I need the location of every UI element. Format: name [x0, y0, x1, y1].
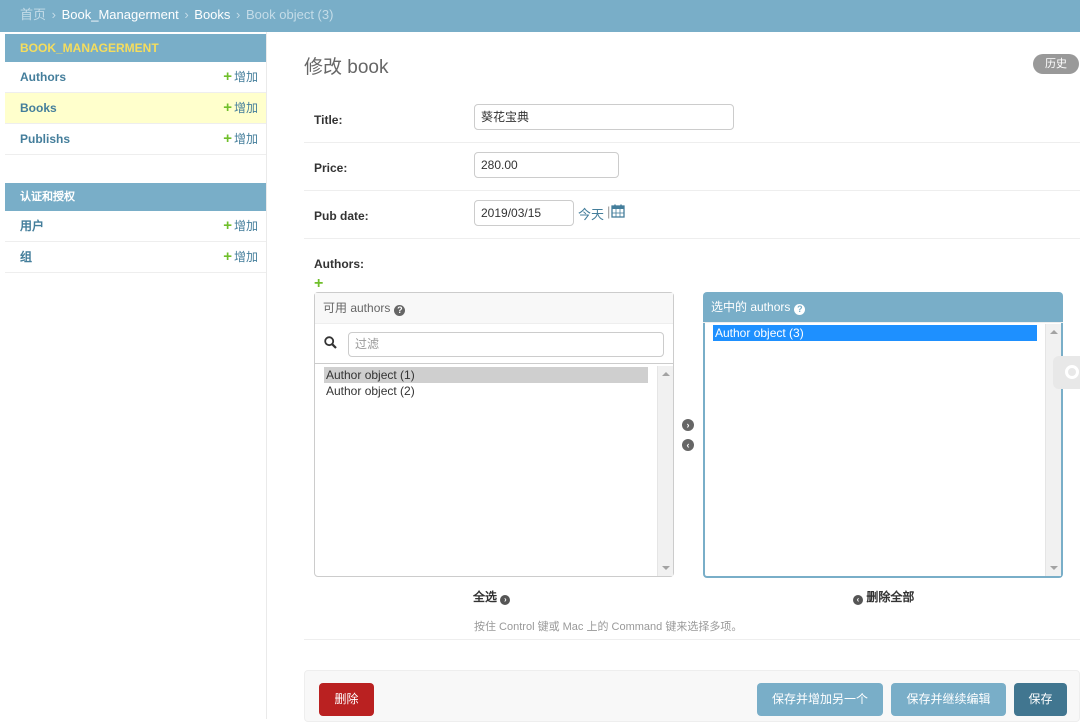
price-input[interactable]: 280.00	[474, 152, 619, 178]
nav-sidebar: BOOK_MANAGERMENT Authors + 增加 Books + 增加 P…	[0, 32, 267, 719]
pub-date-label: Pub date:	[314, 209, 369, 223]
selector-available-title: 可用 authors?	[315, 293, 673, 324]
choose-all-link[interactable]: 全选 ›	[473, 588, 511, 605]
add-link-label: 增加	[233, 70, 258, 84]
submit-row: 删除 保存并增加另一个 保存并继续编辑 保存	[304, 670, 1080, 722]
save-and-add-another-button[interactable]: 保存并增加另一个	[757, 683, 883, 716]
form-row-price: Price: 280.00	[304, 143, 1080, 191]
add-books-link[interactable]: + 增加	[223, 93, 258, 123]
add-authors-link[interactable]: + 增加	[223, 62, 258, 92]
breadcrumb-model-link[interactable]: Books	[194, 7, 230, 22]
question-circle-icon[interactable]: ?	[394, 305, 406, 316]
scroll-down-icon[interactable]	[662, 566, 670, 570]
list-item[interactable]: Author object (2)	[324, 383, 648, 399]
breadcrumb: 首页 › Book_Managerment › Books › Book obj…	[0, 0, 1080, 32]
form-row-title: Title: 葵花宝典	[304, 95, 1080, 143]
list-item[interactable]: Author object (1)	[324, 367, 648, 383]
plus-icon: +	[223, 130, 232, 147]
breadcrumb-home-link[interactable]: 首页	[20, 7, 46, 22]
form-row-pub-date: Pub date: 2019/03/15 今天 |	[304, 191, 1080, 239]
arrow-right-circle-icon: ›	[500, 595, 511, 605]
breadcrumb-separator: ›	[236, 7, 241, 22]
pub-date-input[interactable]: 2019/03/15	[474, 200, 574, 226]
selector-chosen: 选中的 authors? Author object (3)	[703, 292, 1063, 578]
sidebar-row-books: Books + 增加	[5, 93, 266, 124]
selector-available: 可用 authors? 过滤 Author object (1) Author …	[314, 292, 674, 577]
sidebar-row-users: 用户 + 增加	[5, 211, 266, 242]
search-icon	[324, 336, 337, 349]
module-caption-auth[interactable]: 认证和授权	[5, 183, 266, 211]
date-separator: |	[607, 204, 611, 219]
sidebar-row-authors: Authors + 增加	[5, 62, 266, 93]
scroll-up-icon[interactable]	[662, 372, 670, 376]
module-caption-app[interactable]: BOOK_MANAGERMENT	[5, 34, 266, 62]
scrollbar-available[interactable]	[657, 366, 673, 576]
authors-label: Authors:	[314, 257, 364, 271]
scroll-down-icon[interactable]	[1050, 566, 1058, 570]
selector-available-title-text: 可用 authors	[323, 301, 391, 315]
save-and-continue-button[interactable]: 保存并继续编辑	[891, 683, 1006, 716]
calendar-icon[interactable]	[611, 204, 625, 218]
add-link-label: 增加	[233, 132, 258, 146]
save-button[interactable]: 保存	[1014, 683, 1067, 716]
selector-chosen-title: 选中的 authors?	[703, 292, 1063, 323]
sidebar-item-groups[interactable]: 组	[20, 250, 32, 264]
list-item[interactable]: Author object (3)	[713, 325, 1037, 341]
sidebar-item-authors[interactable]: Authors	[20, 70, 66, 84]
clear-all-link[interactable]: ‹ 删除全部	[853, 588, 914, 605]
sidebar-item-publishs[interactable]: Publishs	[20, 132, 70, 146]
circle-icon	[1065, 365, 1079, 379]
sidebar-row-groups: 组 + 增加	[5, 242, 266, 273]
delete-button[interactable]: 删除	[319, 683, 374, 716]
breadcrumb-separator: ›	[184, 7, 189, 22]
clear-all-label: 删除全部	[866, 590, 915, 604]
arrow-left-circle-icon[interactable]: ‹	[682, 439, 694, 451]
plus-icon: +	[223, 68, 232, 85]
sidebar-item-books[interactable]: Books	[20, 101, 57, 115]
sidebar-item-users[interactable]: 用户	[20, 219, 44, 233]
scroll-up-icon[interactable]	[1050, 330, 1058, 334]
help-text: 按住 Control 键或 Mac 上的 Command 键来选择多项。	[474, 621, 743, 633]
page-title-verb: 修改	[304, 57, 343, 78]
module-auth: 认证和授权 用户 + 增加 组 + 增加	[5, 183, 266, 273]
choose-all-label: 全选	[473, 590, 498, 604]
add-link-label: 增加	[233, 101, 258, 115]
chosen-options-list[interactable]: Author object (3)	[713, 325, 1037, 573]
floating-side-tab[interactable]	[1053, 356, 1080, 389]
available-options-list[interactable]: Author object (1) Author object (2)	[324, 367, 648, 575]
plus-icon: +	[223, 99, 232, 116]
filter-row: 过滤	[315, 324, 673, 364]
module-book-managerment: BOOK_MANAGERMENT Authors + 增加 Books + 增加 P…	[5, 34, 266, 155]
filter-input[interactable]: 过滤	[348, 332, 664, 357]
add-link-label: 增加	[233, 250, 258, 264]
add-users-link[interactable]: + 增加	[223, 211, 258, 241]
title-input[interactable]: 葵花宝典	[474, 104, 734, 130]
page-title: 修改 book	[304, 52, 389, 79]
history-button[interactable]: 历史	[1033, 54, 1079, 74]
plus-icon: +	[223, 217, 232, 234]
breadcrumb-current: Book object (3)	[246, 7, 334, 22]
add-author-icon[interactable]: +	[314, 276, 323, 292]
title-label: Title:	[314, 113, 343, 127]
breadcrumb-app-link[interactable]: Book_Managerment	[62, 7, 179, 22]
page-title-model: book	[347, 57, 389, 78]
price-label: Price:	[314, 161, 348, 175]
add-groups-link[interactable]: + 增加	[223, 242, 258, 272]
today-link[interactable]: 今天	[578, 204, 604, 223]
add-link-label: 增加	[233, 219, 258, 233]
breadcrumb-separator: ›	[51, 7, 56, 22]
arrow-right-circle-icon[interactable]: ›	[682, 419, 694, 431]
plus-icon: +	[223, 248, 232, 265]
question-circle-icon[interactable]: ?	[794, 304, 806, 315]
add-publishs-link[interactable]: + 增加	[223, 124, 258, 154]
selector-chosen-title-text: 选中的 authors	[711, 300, 791, 314]
arrow-left-circle-icon: ‹	[853, 595, 863, 605]
sidebar-row-publishs: Publishs + 增加	[5, 124, 266, 155]
